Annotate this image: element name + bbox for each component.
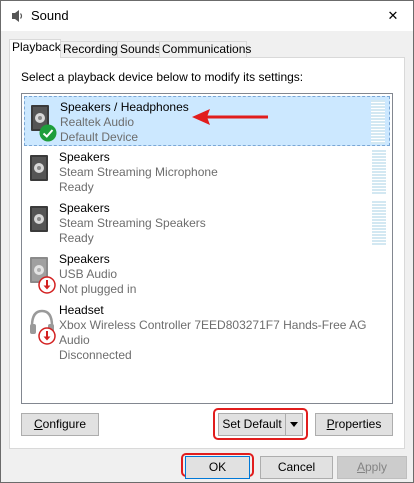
device-name: Speakers [59, 150, 110, 164]
device-status: Ready [59, 180, 94, 194]
set-default-button[interactable]: Set Default [218, 413, 303, 436]
unplugged-badge-icon [38, 327, 56, 345]
volume-meter [372, 150, 386, 194]
set-default-label: Set Default [222, 417, 282, 431]
properties-button[interactable]: Properties [315, 413, 393, 436]
close-button[interactable]: ✕ [373, 1, 413, 31]
device-status: Not plugged in [59, 282, 137, 296]
sound-dialog: Sound ✕ Playback Recording Sounds Commun… [0, 0, 414, 483]
ok-button[interactable]: OK [185, 456, 250, 479]
speaker-icon [30, 155, 48, 181]
device-item-steam-microphone[interactable]: Speakers Steam Streaming Microphone Read… [24, 147, 390, 197]
default-check-badge [39, 124, 57, 142]
apply-button[interactable]: Apply [337, 456, 407, 479]
playback-panel: Select a playback device below to modify… [9, 57, 405, 449]
device-name: Speakers [59, 201, 110, 215]
device-status: Default Device [60, 130, 139, 144]
tab-recording[interactable]: Recording [60, 41, 118, 57]
device-status: Ready [59, 231, 94, 245]
sound-app-icon [12, 10, 23, 22]
device-list[interactable]: Speakers / Headphones Realtek Audio Defa… [21, 93, 393, 404]
volume-meter [371, 100, 385, 144]
device-text: Speakers / Headphones Realtek Audio Defa… [60, 100, 189, 145]
set-default-dropdown[interactable] [285, 414, 302, 435]
unplugged-badge-icon [38, 276, 56, 294]
chevron-down-icon [290, 422, 298, 427]
device-name: Headset [59, 303, 104, 317]
device-status: Disconnected [59, 348, 132, 362]
device-item-steam-speakers[interactable]: Speakers Steam Streaming Speakers Ready [24, 198, 390, 248]
speaker-icon [30, 206, 48, 232]
device-name: Speakers / Headphones [60, 100, 189, 114]
tab-playback[interactable]: Playback [9, 39, 61, 58]
device-item-speakers-headphones[interactable]: Speakers / Headphones Realtek Audio Defa… [24, 96, 390, 146]
device-text: Speakers USB Audio Not plugged in [59, 252, 136, 297]
device-driver: Steam Streaming Microphone [59, 165, 218, 179]
cancel-button[interactable]: Cancel [260, 456, 333, 479]
device-text: Speakers Steam Streaming Speakers Ready [59, 201, 206, 246]
device-driver: Steam Streaming Speakers [59, 216, 206, 230]
device-driver: Realtek Audio [60, 115, 135, 129]
device-name: Speakers [59, 252, 110, 266]
title-bar[interactable]: Sound ✕ [1, 1, 413, 31]
device-text: Headset Xbox Wireless Controller 7EED803… [59, 303, 390, 363]
device-text: Speakers Steam Streaming Microphone Read… [59, 150, 218, 195]
tab-sounds[interactable]: Sounds [117, 41, 161, 57]
close-icon: ✕ [387, 8, 399, 23]
configure-button[interactable]: Configure [21, 413, 99, 436]
annotation-arrow-icon [192, 109, 268, 125]
tab-communications[interactable]: Communications [159, 41, 251, 57]
device-item-xbox-headset[interactable]: Headset Xbox Wireless Controller 7EED803… [24, 300, 390, 362]
window-title: Sound [31, 8, 69, 23]
device-item-usb-audio[interactable]: Speakers USB Audio Not plugged in [24, 249, 390, 299]
device-driver: Xbox Wireless Controller 7EED803271F7 Ha… [59, 318, 367, 347]
device-driver: USB Audio [59, 267, 118, 281]
instruction-text: Select a playback device below to modify… [21, 70, 304, 84]
volume-meter [372, 201, 386, 245]
